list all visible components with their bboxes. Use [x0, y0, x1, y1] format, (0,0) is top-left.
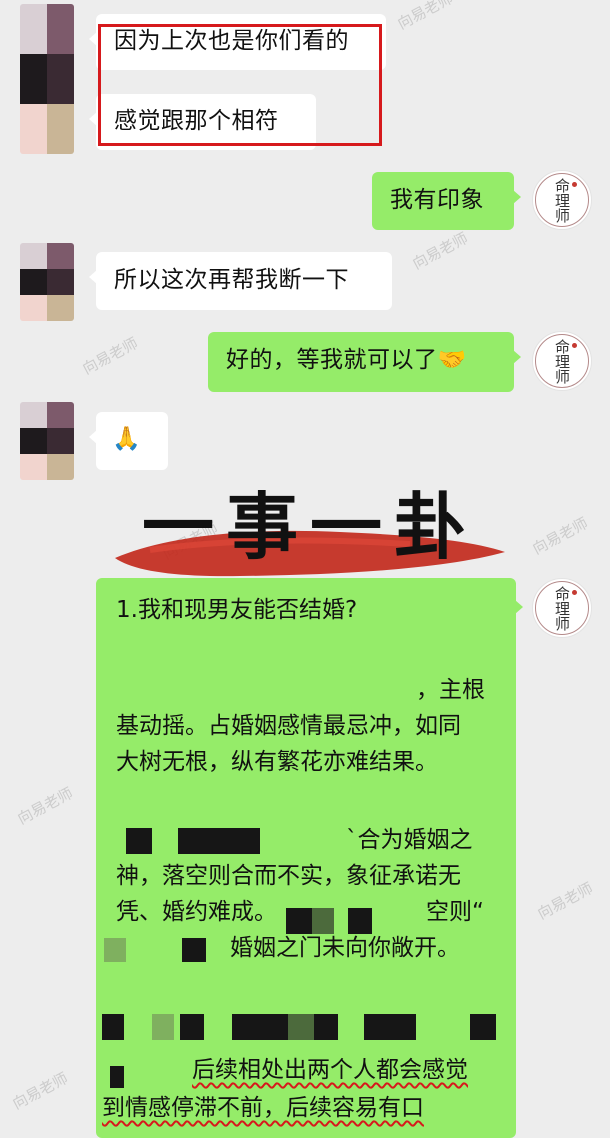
fortune-teller-avatar[interactable]: 命理师	[532, 170, 592, 230]
banner-image: 一事一卦	[115, 484, 505, 577]
reading-line: ，主根	[416, 677, 485, 703]
message-text: 好的，等我就可以了🤝	[226, 347, 467, 373]
redacted-block	[470, 1014, 496, 1040]
redacted-block	[232, 1014, 288, 1040]
reading-line: `合为婚姻之	[346, 827, 473, 853]
redacted-block	[102, 1014, 124, 1040]
reading-line: 空则“	[426, 899, 484, 925]
watermark: 向易老师	[14, 783, 76, 828]
fortune-teller-avatar[interactable]: 命理师	[532, 331, 592, 391]
reading-line: 神，落空则合而不实，象征承诺无	[116, 863, 461, 889]
logo-text: 命理师	[553, 338, 571, 384]
seal-dot-icon	[572, 182, 577, 187]
red-highlight-box	[98, 24, 382, 146]
praying-hands-emoji: 🙏	[112, 426, 142, 452]
redacted-block	[178, 828, 260, 854]
reading-line: 到情感停滞不前，后续容易有口	[102, 1095, 424, 1121]
message-bubble-sent[interactable]: 好的，等我就可以了🤝	[208, 332, 521, 392]
logo-seal: 命理师	[535, 173, 589, 227]
reading-message-bubble[interactable]: 1.我和现男友能否结婚? ，主根 基动摇。占婚姻感情最忌冲，如同 大树无根，纵有…	[96, 578, 523, 1138]
logo-text: 命理师	[553, 585, 571, 631]
message-text: 所以这次再帮我断一下	[114, 267, 349, 293]
redacted-block	[314, 1014, 338, 1040]
reading-line: 大树无根，纵有繁花亦难结果。	[116, 749, 438, 775]
watermark: 向易老师	[529, 513, 591, 558]
contact-avatar[interactable]	[20, 243, 74, 321]
contact-avatar[interactable]	[20, 402, 74, 480]
redacted-block	[152, 1014, 174, 1040]
seal-dot-icon	[572, 343, 577, 348]
logo-text: 命理师	[553, 177, 571, 223]
watermark: 向易老师	[9, 1068, 71, 1113]
reading-line: 婚姻之门未向你敞开。	[230, 935, 460, 961]
watermark: 向易老师	[79, 333, 141, 378]
message-bubble-sent[interactable]: 我有印象	[372, 172, 521, 230]
redacted-block	[180, 1014, 204, 1040]
message-text: 我有印象	[390, 187, 484, 213]
message-bubble[interactable]: 所以这次再帮我断一下	[89, 252, 392, 310]
reading-title: 1.我和现男友能否结婚?	[116, 597, 358, 623]
watermark: 向易老师	[394, 0, 456, 33]
redacted-block	[126, 828, 152, 854]
message-bubble[interactable]: 🙏	[89, 412, 168, 470]
watermark: 向易老师	[409, 228, 471, 273]
fortune-teller-avatar[interactable]: 命理师	[532, 578, 592, 638]
redacted-block	[182, 938, 206, 962]
redacted-block	[104, 938, 126, 962]
redacted-block	[110, 1066, 124, 1088]
reading-line: 基动摇。占婚姻感情最忌冲，如同	[116, 713, 461, 739]
redacted-block	[364, 1014, 416, 1040]
seal-dot-icon	[572, 590, 577, 595]
reading-line: 凭、婚约难成。	[116, 899, 277, 925]
reading-line: 后续相处出两个人都会感觉	[192, 1057, 468, 1083]
watermark: 向易老师	[534, 878, 596, 923]
contact-avatar[interactable]	[20, 4, 74, 154]
banner-title: 一事一卦	[142, 484, 478, 569]
redacted-block	[288, 1014, 314, 1040]
logo-seal: 命理师	[535, 334, 589, 388]
logo-seal: 命理师	[535, 581, 589, 635]
